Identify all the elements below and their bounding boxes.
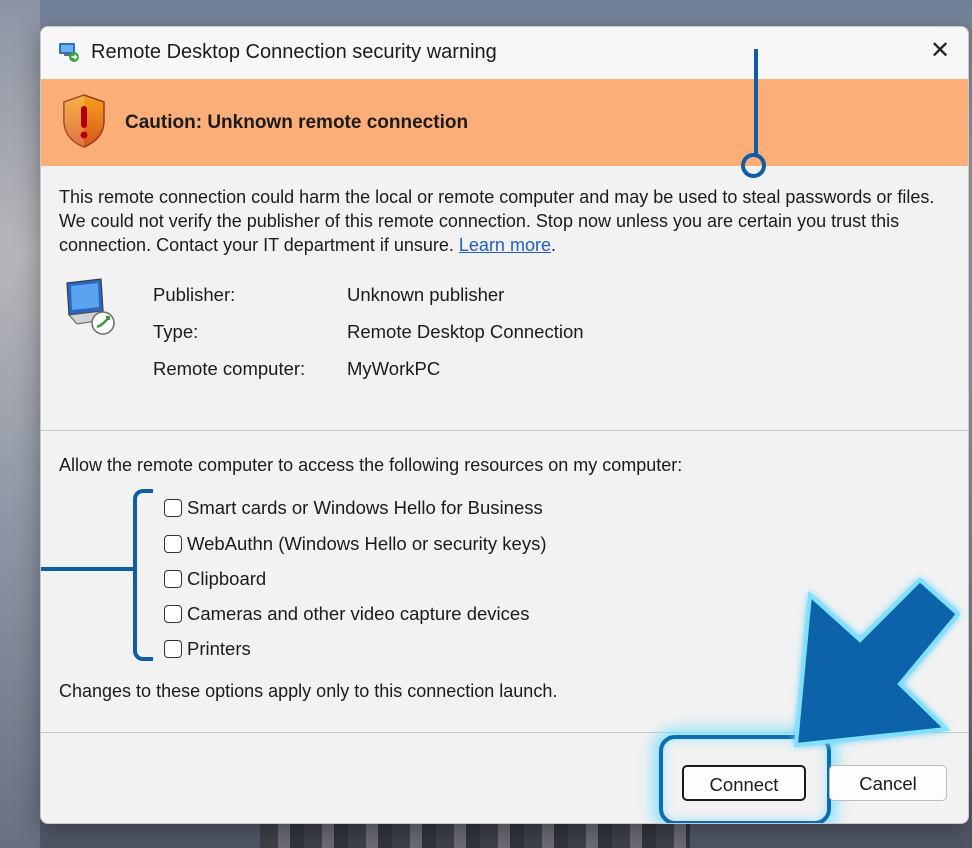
pointer-arrow-icon <box>793 577 961 748</box>
